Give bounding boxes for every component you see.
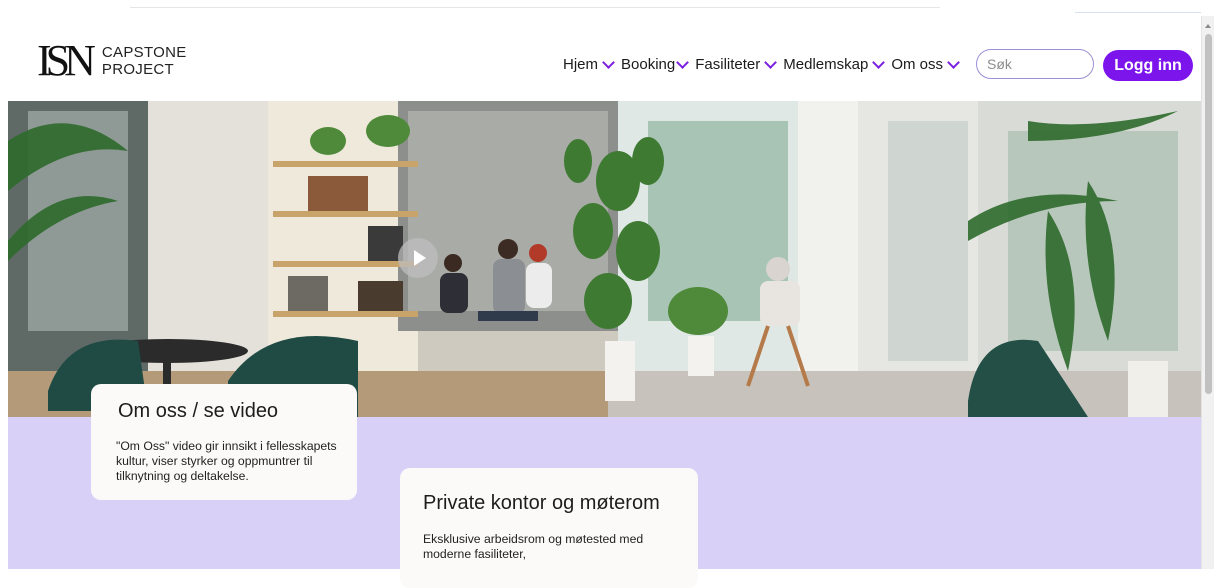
- nav-item-fasiliteter[interactable]: Fasiliteter: [695, 55, 778, 73]
- logo-mark: ISN: [37, 36, 96, 85]
- chevron-down-icon: [602, 55, 615, 69]
- search-input[interactable]: [976, 49, 1094, 79]
- main-nav: Hjem Booking Fasiliteter Medlemskap Om o…: [563, 55, 966, 73]
- card-title: Om oss / se video: [118, 400, 279, 422]
- nav-item-label: Om oss: [891, 56, 943, 73]
- nav-item-label: Medlemskap: [783, 56, 869, 73]
- nav-item-label: Hjem: [563, 56, 599, 73]
- top-field: [1075, 2, 1201, 13]
- hero-image: [8, 101, 1202, 417]
- card-private-kontor[interactable]: Private kontor og møterom Eksklusive arb…: [400, 468, 698, 588]
- logo-line-1: CAPSTONE: [101, 44, 187, 61]
- scroll-up-icon[interactable]: [1205, 24, 1211, 28]
- logo-text: CAPSTONE PROJECT: [102, 44, 187, 78]
- nav-item-label: Fasiliteter: [695, 56, 761, 73]
- nav-item-medlemskap[interactable]: Medlemskap: [783, 55, 886, 73]
- browser-top-strip: [0, 0, 1214, 17]
- logo[interactable]: ISN CAPSTONE PROJECT: [37, 36, 187, 85]
- nav-item-label: Booking: [621, 56, 676, 73]
- card-om-oss[interactable]: Om oss / se video "Om Oss" video gir inn…: [91, 384, 357, 500]
- logo-line-2: PROJECT: [101, 61, 175, 78]
- login-button[interactable]: Logg inn: [1103, 50, 1193, 81]
- chevron-down-icon: [676, 55, 690, 69]
- play-video-button[interactable]: [398, 238, 438, 278]
- site-header: ISN CAPSTONE PROJECT Hjem Booking Fasili…: [0, 16, 1202, 101]
- chevron-down-icon: [872, 55, 886, 69]
- chevron-down-icon: [764, 55, 778, 69]
- chevron-down-icon: [947, 55, 960, 69]
- nav-item-om-oss[interactable]: Om oss: [891, 55, 960, 73]
- nav-item-booking[interactable]: Booking: [621, 55, 690, 73]
- hero-illustration: [8, 101, 1202, 417]
- top-divider: [130, 7, 940, 8]
- card-text: "Om Oss" video gir innsikt i fellesskape…: [116, 439, 337, 483]
- scroll-thumb[interactable]: [1205, 34, 1212, 394]
- nav-item-hjem[interactable]: Hjem: [563, 55, 615, 73]
- card-text: Eksklusive arbeidsrom og møtested med mo…: [423, 532, 644, 561]
- card-title: Private kontor og møterom: [423, 492, 660, 514]
